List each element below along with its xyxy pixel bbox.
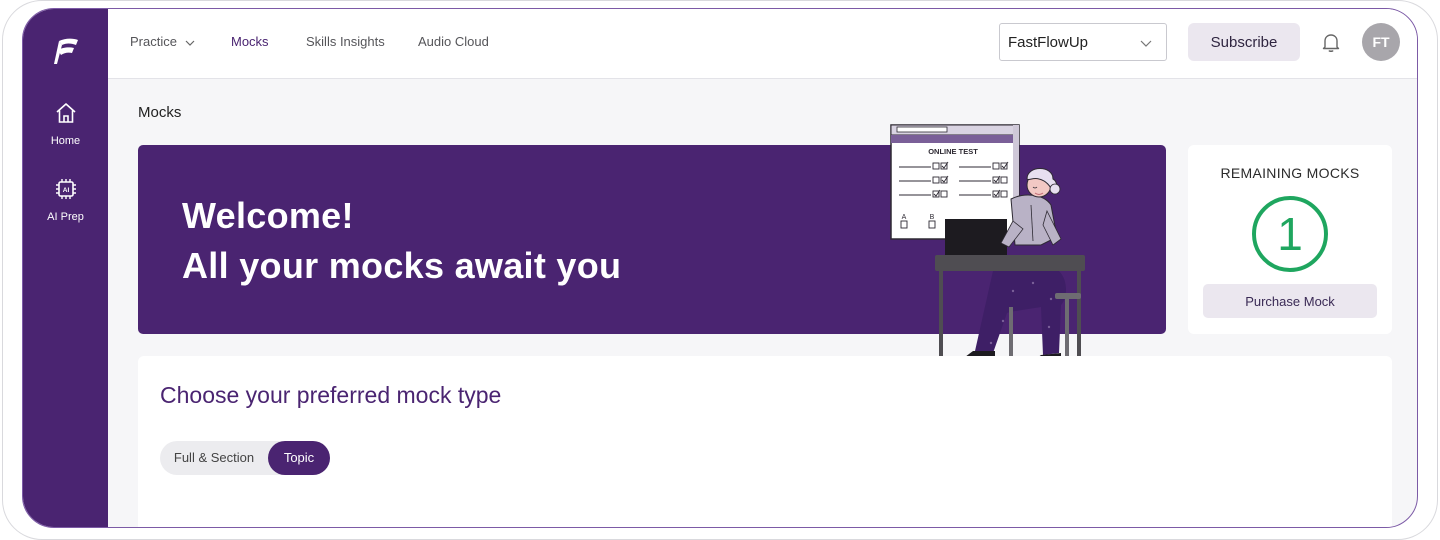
home-icon bbox=[55, 103, 76, 123]
nav-audio-cloud[interactable]: Audio Cloud bbox=[418, 34, 489, 49]
chevron-down-icon bbox=[1140, 40, 1152, 47]
organization-select[interactable]: FastFlowUp bbox=[999, 23, 1167, 61]
notification-bell-icon[interactable] bbox=[1320, 31, 1342, 53]
nav-practice-dropdown[interactable]: Practice bbox=[130, 34, 195, 49]
fastflow-logo[interactable] bbox=[53, 37, 79, 67]
remaining-mocks-count: 1 bbox=[1252, 196, 1328, 272]
subscribe-button[interactable]: Subscribe bbox=[1188, 23, 1300, 61]
toggle-option-full-section[interactable]: Full & Section bbox=[160, 441, 268, 475]
app-frame: Home AI AI Prep Practice Mocks Skills In… bbox=[0, 0, 1440, 540]
banner-heading: Welcome! bbox=[182, 195, 354, 236]
mock-type-card: Choose your preferred mock type Full & S… bbox=[138, 356, 1392, 527]
nav-mocks[interactable]: Mocks bbox=[231, 34, 269, 49]
page-title: Mocks bbox=[138, 104, 182, 121]
illustration-sheet-title: ONLINE TEST bbox=[928, 147, 978, 156]
svg-text:AI: AI bbox=[62, 187, 69, 194]
illustration-option-b: B bbox=[930, 214, 935, 221]
toggle-option-topic[interactable]: Topic bbox=[268, 441, 330, 475]
sidebar-item-label: Home bbox=[50, 135, 81, 147]
mock-type-toggle: Full & Section Topic bbox=[160, 441, 330, 475]
organization-select-value: FastFlowUp bbox=[1008, 34, 1089, 51]
mock-type-heading: Choose your preferred mock type bbox=[160, 382, 502, 408]
top-navigation: Practice Mocks Skills Insights Audio Clo… bbox=[108, 9, 1417, 79]
sidebar-item-home[interactable]: Home bbox=[23, 101, 108, 149]
illustration-option-a: A bbox=[902, 214, 907, 221]
remaining-mocks-title: REMAINING MOCKS bbox=[1220, 165, 1360, 181]
app-window: Home AI AI Prep Practice Mocks Skills In… bbox=[22, 8, 1418, 528]
sidebar-item-ai-prep[interactable]: AI AI Prep bbox=[23, 177, 108, 225]
purchase-mock-button[interactable]: Purchase Mock bbox=[1203, 284, 1377, 318]
user-avatar[interactable]: FT bbox=[1362, 23, 1400, 61]
nav-skills-insights[interactable]: Skills Insights bbox=[306, 34, 385, 49]
chevron-down-icon bbox=[185, 40, 195, 46]
sidebar: Home AI AI Prep bbox=[23, 9, 108, 527]
ai-chip-icon: AI bbox=[55, 179, 76, 199]
online-test-illustration: ONLINE TEST A B bbox=[890, 124, 1085, 361]
sidebar-item-label: AI Prep bbox=[47, 211, 84, 223]
banner-subheading: All your mocks await you bbox=[182, 245, 622, 286]
nav-practice-label: Practice bbox=[130, 34, 177, 49]
remaining-mocks-card: REMAINING MOCKS 1 Purchase Mock bbox=[1188, 145, 1392, 334]
